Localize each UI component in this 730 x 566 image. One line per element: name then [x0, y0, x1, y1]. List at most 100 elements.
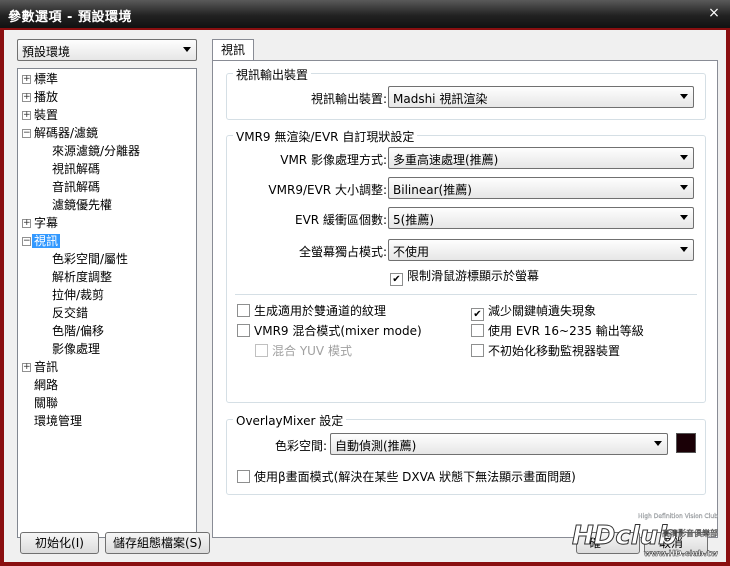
resize-label: VMR9/EVR 大小調整: — [268, 183, 387, 197]
output-device-select[interactable]: Madshi 視訊渲染 — [388, 86, 694, 108]
collapse-icon[interactable]: − — [22, 237, 31, 246]
reduce-frame-loss-label: 減少關鍵幀遺失現象 — [488, 304, 597, 318]
tree-item-label: 濾鏡優先權 — [52, 198, 113, 212]
chevron-down-icon — [680, 247, 688, 252]
chevron-down-icon — [654, 441, 662, 446]
checkbox-box — [237, 304, 250, 317]
output-device-group: 視訊輸出裝置 視訊輸出裝置: Madshi 視訊渲染 — [226, 66, 706, 120]
tree-item-label: 色彩空間/屬性 — [52, 252, 129, 266]
tree-item[interactable]: + 音訊 — [22, 359, 60, 375]
evr-buffers-value: 5(推薦) — [393, 213, 434, 227]
save-profile-button[interactable]: 儲存組態檔案(S) — [105, 532, 210, 554]
tree-item[interactable]: 色彩空間/屬性 — [50, 251, 130, 267]
tree-item[interactable]: + 標準 — [22, 71, 60, 87]
output-device-label: 視訊輸出裝置: — [310, 92, 387, 106]
fullscreen-label: 全螢幕獨占模式: — [298, 245, 387, 259]
tree-item-label: 解碼器/濾鏡 — [34, 126, 99, 140]
settings-tree[interactable]: + 標準 + 播放 + 裝置 − 解碼器/濾鏡 來源濾鏡/分離器 視訊解碼 音訊解碼 濾鏡優先權 + 字幕… — [17, 68, 197, 538]
checkbox-box — [471, 324, 484, 337]
tree-item-label: 播放 — [34, 90, 59, 104]
expand-icon[interactable]: + — [22, 219, 31, 228]
vmr-processing-label: VMR 影像處理方式: — [280, 153, 387, 167]
tree-item[interactable]: 來源濾鏡/分離器 — [50, 143, 142, 159]
tree-item[interactable]: + 字幕 — [22, 215, 60, 231]
tree-item[interactable]: 解析度調整 — [50, 269, 114, 285]
tree-item-label: 視訊 — [32, 234, 61, 248]
expand-icon[interactable]: + — [22, 75, 31, 84]
profile-select[interactable]: 預設環境 — [17, 39, 197, 61]
expand-icon[interactable]: + — [22, 111, 31, 120]
tree-item-label: 色階/偏移 — [52, 324, 105, 338]
tree-item-label: 關聯 — [34, 396, 59, 410]
checkbox-box — [237, 470, 250, 483]
hdclub-watermark: High Definition Vision Club HDclub 高清影音俱… — [572, 513, 719, 558]
beta-mode-checkbox[interactable]: 使用β畫面模式(解決在某些 DXVA 狀態下無法顯示畫面問題) — [237, 470, 576, 486]
check-icon: ✔ — [471, 308, 484, 321]
reduce-frame-loss-checkbox[interactable]: ✔ 減少關鍵幀遺失現象 — [471, 304, 597, 321]
tree-item-label: 網路 — [34, 378, 59, 392]
video-settings-panel: 視訊輸出裝置 視訊輸出裝置: Madshi 視訊渲染 VMR9 無渲染/EVR … — [212, 60, 718, 538]
expand-icon[interactable]: + — [22, 363, 31, 372]
dual-texture-label: 生成適用於雙通道的紋理 — [254, 304, 387, 318]
resize-select[interactable]: Bilinear(推薦) — [388, 177, 694, 199]
fullscreen-value: 不使用 — [393, 245, 430, 259]
resize-value: Bilinear(推薦) — [393, 183, 472, 197]
tree-item[interactable]: 色階/偏移 — [50, 323, 106, 339]
mixer-mode-label: VMR9 混合模式(mixer mode) — [254, 324, 422, 338]
checkbox-box — [237, 324, 250, 337]
tree-item-label: 環境管理 — [34, 414, 83, 428]
tree-item-label: 視訊解碼 — [52, 162, 101, 176]
limit-cursor-label: 限制滑鼠游標顯示於螢幕 — [407, 269, 540, 283]
colorspace-value: 自動偵測(推薦) — [335, 439, 417, 453]
expand-icon[interactable]: + — [22, 93, 31, 102]
mixer-yuv-label: 混合 YUV 模式 — [272, 344, 352, 358]
output-device-group-title: 視訊輸出裝置 — [233, 66, 312, 83]
tree-item-label: 拉伸/裁剪 — [52, 288, 105, 302]
tree-item-label: 標準 — [34, 72, 59, 86]
chevron-down-icon — [183, 47, 191, 52]
tree-item[interactable]: 濾鏡優先權 — [50, 197, 114, 213]
mixer-mode-checkbox[interactable]: VMR9 混合模式(mixer mode) — [237, 324, 422, 340]
overlay-mixer-group: OverlayMixer 設定 色彩空間: 自動偵測(推薦) 使用β畫面模式(解… — [226, 412, 706, 495]
tree-item[interactable]: + 裝置 — [22, 107, 60, 123]
limit-cursor-checkbox[interactable]: ✔ 限制滑鼠游標顯示於螢幕 — [390, 269, 540, 286]
color-swatch-button[interactable] — [676, 433, 696, 453]
tree-item[interactable]: 網路 — [32, 377, 60, 393]
initialize-button[interactable]: 初始化(I) — [20, 532, 99, 554]
collapse-icon[interactable]: − — [22, 129, 31, 138]
tree-item[interactable]: + 播放 — [22, 89, 60, 105]
tree-item[interactable]: 關聯 — [32, 395, 60, 411]
tree-item[interactable]: 拉伸/裁剪 — [50, 287, 106, 303]
tree-item-label: 反交錯 — [52, 306, 89, 320]
colorspace-select[interactable]: 自動偵測(推薦) — [330, 433, 668, 455]
evr-buffers-select[interactable]: 5(推薦) — [388, 207, 694, 229]
tree-item[interactable]: 環境管理 — [32, 413, 84, 429]
tree-item-label: 音訊解碼 — [52, 180, 101, 194]
evr-range-label: 使用 EVR 16~235 輸出等級 — [488, 324, 644, 338]
fullscreen-select[interactable]: 不使用 — [388, 239, 694, 261]
checkbox-box — [255, 344, 268, 357]
title-bar: 參數選項 - 預設環境 × — [0, 0, 730, 28]
overlay-mixer-group-title: OverlayMixer 設定 — [233, 412, 347, 429]
tree-item[interactable]: 視訊解碼 — [50, 161, 102, 177]
tree-item[interactable]: − 視訊 — [22, 233, 61, 249]
tree-item[interactable]: 音訊解碼 — [50, 179, 102, 195]
no-init-monitor-checkbox[interactable]: 不初始化移動監視器裝置 — [471, 344, 620, 360]
no-init-monitor-label: 不初始化移動監視器裝置 — [488, 344, 621, 358]
check-icon: ✔ — [390, 273, 403, 286]
evr-buffers-label: EVR 緩衝區個數: — [295, 213, 387, 227]
vmr-processing-value: 多重高速處理(推薦) — [393, 153, 499, 167]
tab-video[interactable]: 視訊 — [212, 39, 254, 62]
tree-item[interactable]: 反交錯 — [50, 305, 90, 321]
close-icon[interactable]: × — [706, 5, 722, 21]
evr-range-checkbox[interactable]: 使用 EVR 16~235 輸出等級 — [471, 324, 644, 340]
tree-item[interactable]: 影像處理 — [50, 341, 102, 357]
tree-item-label: 裝置 — [34, 108, 59, 122]
dual-texture-checkbox[interactable]: 生成適用於雙通道的紋理 — [237, 304, 386, 320]
mixer-yuv-checkbox[interactable]: 混合 YUV 模式 — [255, 344, 352, 360]
tree-item[interactable]: − 解碼器/濾鏡 — [22, 125, 100, 141]
vmr-evr-group: VMR9 無渲染/EVR 自訂現狀設定 VMR 影像處理方式: 多重高速處理(推… — [226, 128, 706, 403]
dialog-body: 預設環境 + 標準 + 播放 + 裝置 − 解碼器/濾鏡 來源濾鏡/分離器 視訊解碼 音訊解碼 濾鏡優… — [4, 30, 726, 562]
watermark-tagline: High Definition Vision Club — [638, 513, 718, 520]
vmr-processing-select[interactable]: 多重高速處理(推薦) — [388, 147, 694, 169]
